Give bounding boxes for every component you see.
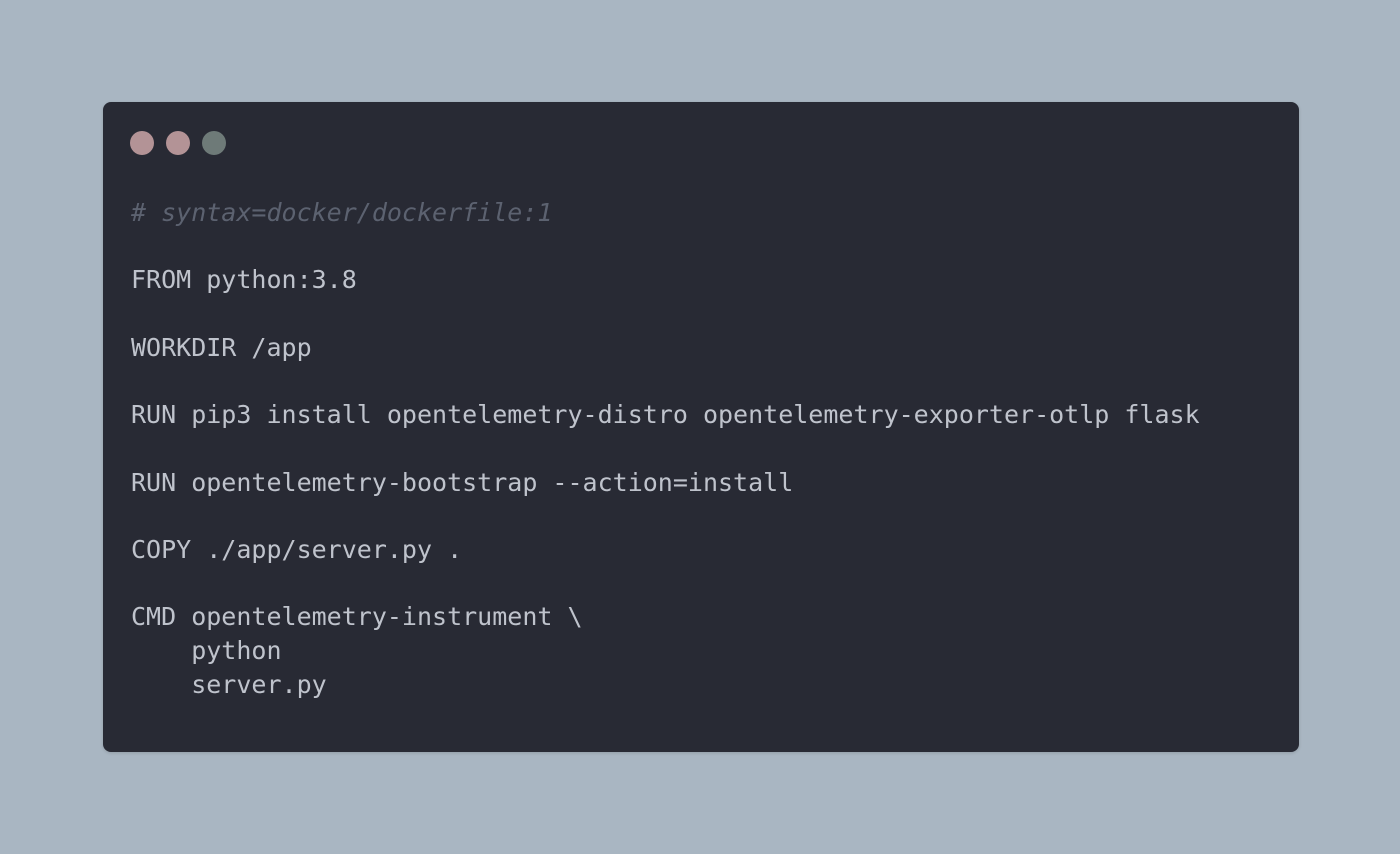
code-line: python bbox=[131, 635, 282, 665]
maximize-dot-icon bbox=[202, 131, 226, 155]
code-line: FROM python:3.8 bbox=[131, 265, 357, 295]
code-line: WORKDIR /app bbox=[131, 332, 312, 362]
code-line: RUN pip3 install opentelemetry-distro op… bbox=[131, 400, 1200, 430]
code-comment-line: # syntax=docker/dockerfile:1 bbox=[131, 198, 553, 227]
code-block: # syntax=docker/dockerfile:1 FROM python:… bbox=[131, 196, 1200, 701]
code-line: server.py bbox=[131, 669, 327, 699]
window-controls bbox=[130, 131, 226, 155]
code-line: CMD opentelemetry-instrument \ bbox=[131, 602, 583, 632]
minimize-dot-icon bbox=[166, 131, 190, 155]
code-line: COPY ./app/server.py . bbox=[131, 534, 463, 564]
code-window: # syntax=docker/dockerfile:1 FROM python:… bbox=[103, 102, 1299, 752]
close-dot-icon bbox=[130, 131, 154, 155]
code-line: RUN opentelemetry-bootstrap --action=ins… bbox=[131, 467, 794, 497]
